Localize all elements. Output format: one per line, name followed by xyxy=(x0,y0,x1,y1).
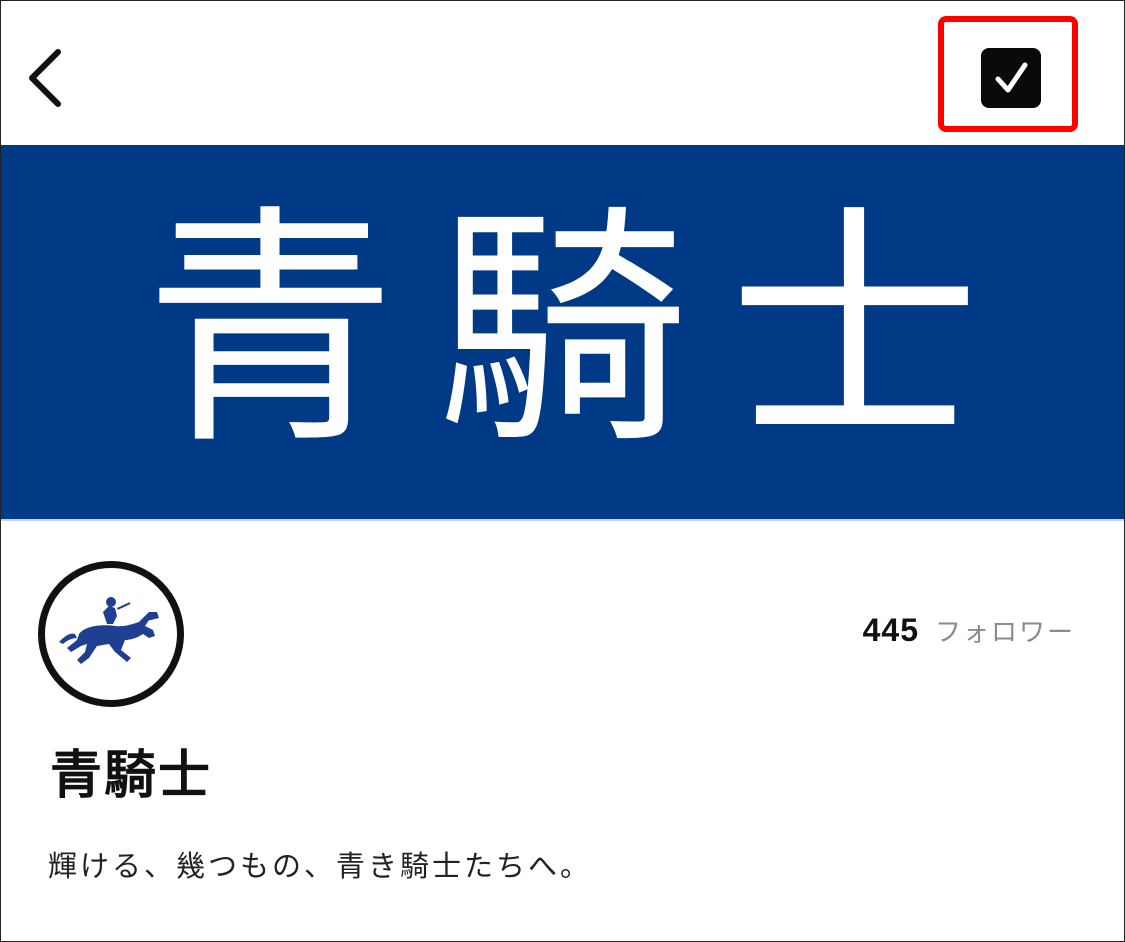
profile-bio: 輝ける、幾つもの、青き騎士たちへ。 xyxy=(48,849,593,883)
check-button[interactable] xyxy=(981,48,1041,108)
top-bar xyxy=(0,0,1125,145)
header-banner: 青騎士 xyxy=(0,145,1125,519)
followers-label: フォロワー xyxy=(934,618,1075,648)
avatar[interactable] xyxy=(38,561,184,707)
profile-name: 青騎士 xyxy=(50,746,213,806)
banner-title: 青騎士 xyxy=(144,185,1021,478)
banner-divider xyxy=(0,519,1125,521)
followers-count: 445 xyxy=(862,612,919,648)
checkbox-checked-icon xyxy=(995,62,1028,93)
back-button[interactable] xyxy=(18,40,78,116)
followers-info[interactable]: 445 フォロワー xyxy=(863,612,1075,649)
horse-rider-icon xyxy=(59,597,159,664)
chevron-left-icon xyxy=(29,49,61,107)
